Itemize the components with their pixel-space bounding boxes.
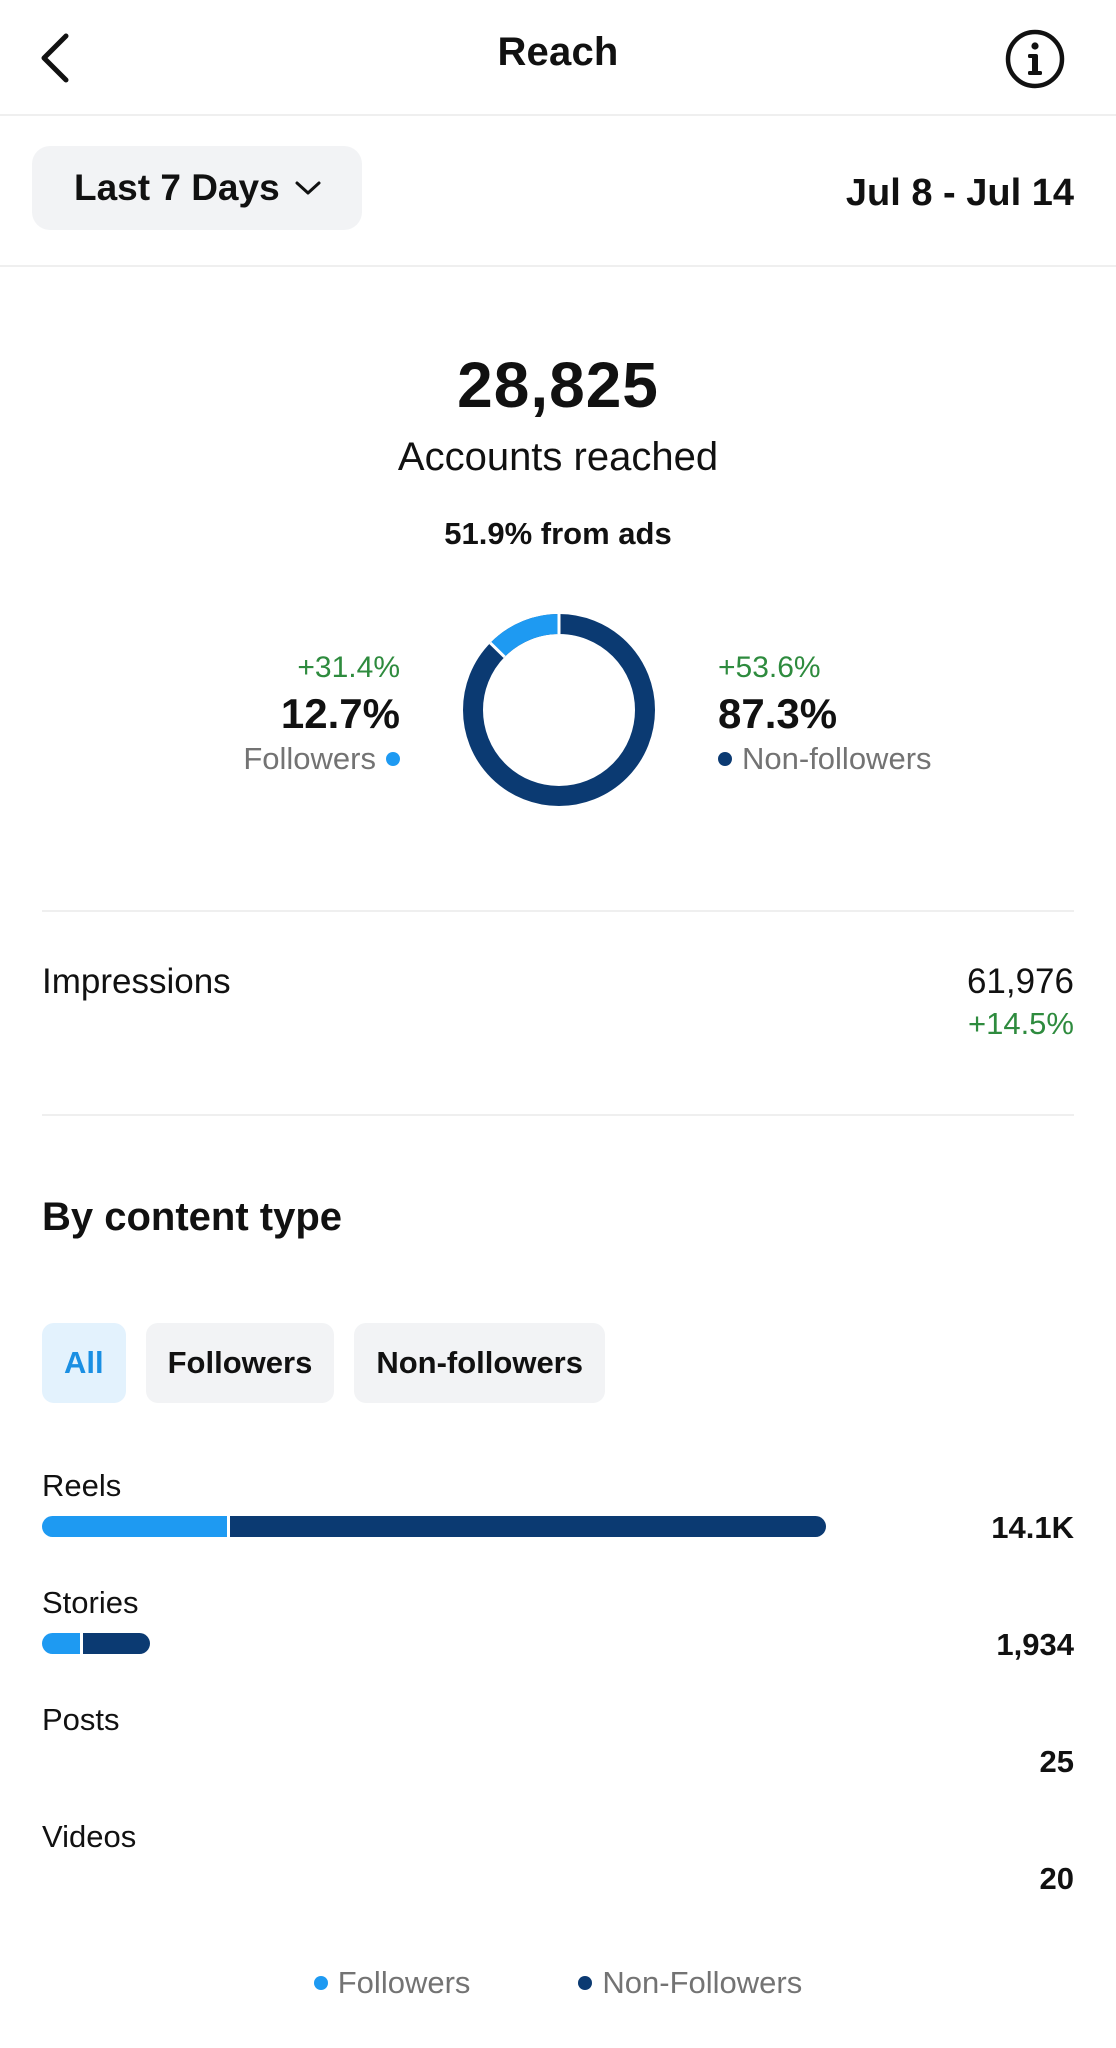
- non-followers-percent: 87.3%: [718, 690, 838, 737]
- content-row-reels: Reels 14.1K: [42, 1468, 1074, 1568]
- content-bar-followers: [42, 1633, 84, 1654]
- period-label: Last 7 Days: [74, 167, 280, 208]
- divider: [42, 1114, 1074, 1116]
- content-bar-followers: [42, 1516, 231, 1537]
- tab-non-followers[interactable]: Non-followers: [354, 1323, 605, 1403]
- content-bar-non-followers: [83, 1633, 151, 1654]
- section-title: By content type: [42, 1195, 343, 1239]
- donut-followers-arc: [490, 614, 560, 658]
- legend-non-followers: Non-Followers: [578, 1962, 802, 2004]
- followers-dot-icon: [313, 1976, 328, 1990]
- impressions-label: Impressions: [42, 962, 231, 1001]
- non-followers-legend: Non-followers: [718, 738, 932, 780]
- legend-followers-label: Followers: [337, 1965, 471, 2000]
- content-row-stories: Stories 1,934: [42, 1585, 1074, 1685]
- content-bar: [42, 1516, 827, 1537]
- content-type-tabs: All Followers Non-followers: [42, 1323, 605, 1403]
- content-label: Videos: [42, 1819, 137, 1854]
- tab-all[interactable]: All: [42, 1323, 126, 1403]
- followers-dot-icon: [386, 752, 400, 766]
- content-value: 25: [1039, 1744, 1074, 1779]
- accounts-reached-label: Accounts reached: [397, 435, 719, 479]
- non-followers-label: Non-followers: [742, 741, 932, 776]
- content-bar-non-followers: [230, 1516, 827, 1537]
- content-label: Posts: [42, 1702, 120, 1737]
- date-range: Jul 8 - Jul 14: [845, 172, 1074, 214]
- followers-legend: Followers: [243, 738, 400, 780]
- divider: [42, 910, 1074, 912]
- content-row-posts: Posts 25: [42, 1702, 1074, 1802]
- non-followers-delta: +53.6%: [718, 651, 821, 684]
- ads-percentage: 51.9% from ads: [444, 516, 672, 551]
- followers-percent: 12.7%: [280, 690, 400, 737]
- page-title: Reach: [497, 30, 619, 74]
- info-icon: [1005, 29, 1065, 89]
- accounts-reached-value: 28,825: [457, 349, 659, 421]
- impressions-value: 61,976: [966, 962, 1074, 1001]
- non-followers-dot-icon: [718, 752, 732, 766]
- followers-label: Followers: [243, 741, 376, 776]
- content-value: 20: [1039, 1861, 1074, 1896]
- content-value: 1,934: [996, 1627, 1074, 1662]
- period-dropdown[interactable]: Last 7 Days: [32, 146, 362, 230]
- legend-non-followers-label: Non-Followers: [602, 1965, 803, 2000]
- chevron-down-icon: [294, 179, 322, 197]
- non-followers-dot-icon: [578, 1976, 593, 1990]
- content-bar: [42, 1633, 151, 1654]
- content-label: Stories: [42, 1585, 139, 1620]
- info-button[interactable]: [1004, 28, 1066, 90]
- non-followers-stat: +53.6% 87.3% Non-followers: [718, 648, 932, 780]
- followers-delta: +31.4%: [297, 651, 400, 684]
- followers-donut-chart: [463, 614, 655, 806]
- header-bar: Reach: [0, 0, 1116, 116]
- tab-followers[interactable]: Followers: [145, 1323, 335, 1403]
- followers-stat: +31.4% 12.7% Followers: [243, 648, 400, 780]
- filter-row: Last 7 Days Jul 8 - Jul 14: [0, 116, 1116, 267]
- legend-followers: Followers: [313, 1962, 471, 2004]
- content-value: 14.1K: [991, 1510, 1074, 1545]
- content-row-videos: Videos 20: [42, 1819, 1074, 1919]
- impressions-delta: +14.5%: [967, 1006, 1074, 1041]
- bottom-legend: Followers Non-Followers: [0, 1962, 1116, 2004]
- content-label: Reels: [42, 1468, 122, 1503]
